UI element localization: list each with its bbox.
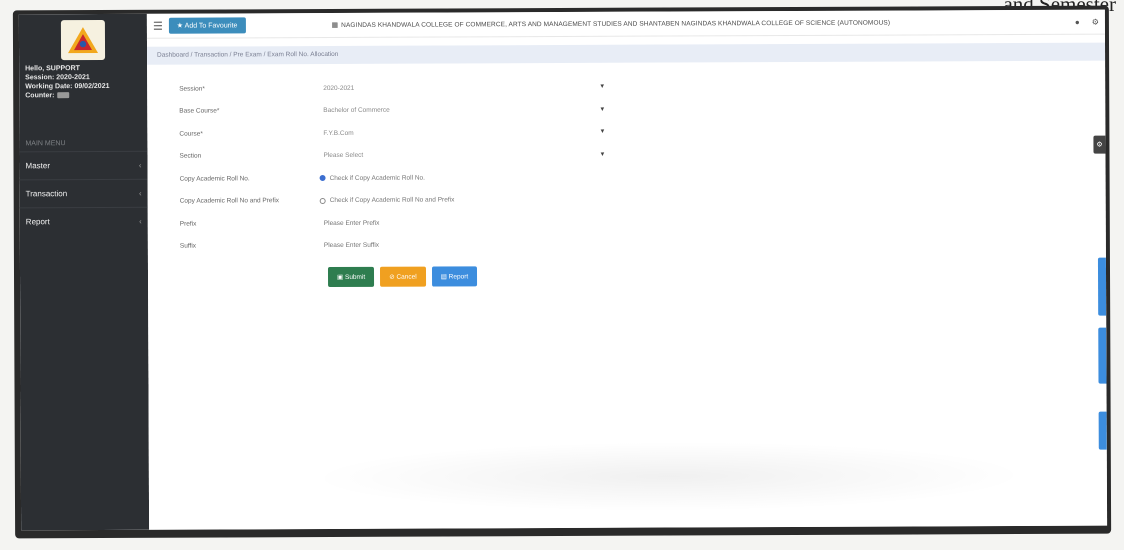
sidebar-item-label: Report	[25, 217, 50, 227]
copy-roll-label: Copy Academic Roll No.	[179, 175, 250, 183]
institution-icon: ▦	[331, 21, 339, 30]
cancel-label: Cancel	[396, 273, 417, 281]
section-select[interactable]: Please Select ▼	[319, 151, 613, 160]
screen-glare	[308, 439, 1030, 514]
hamburger-menu-icon[interactable]: ☰	[153, 19, 163, 32]
prefix-label: Prefix	[179, 220, 197, 228]
app-screen: Hello, SUPPORT Session: 2020-2021 Workin…	[18, 9, 1108, 531]
logo-emblem-icon	[68, 27, 99, 54]
suffix-label: Suffix	[179, 242, 197, 250]
caret-down-icon: ▼	[599, 151, 606, 158]
copy-prefix-label: Copy Academic Roll No and Prefix	[179, 197, 280, 205]
course-value: F.Y.B.Com	[323, 129, 354, 137]
chevron-left-icon: ‹	[139, 216, 142, 226]
session-value: 2020-2021	[323, 84, 355, 92]
counter-badge	[57, 92, 70, 99]
caret-down-icon: ▼	[599, 84, 606, 91]
sidebar-item-label: Transaction	[25, 189, 68, 199]
caret-down-icon: ▼	[599, 106, 606, 113]
cancel-button[interactable]: ⊘ Cancel	[380, 266, 426, 287]
course-label: Course*	[179, 130, 203, 138]
sidebar: Hello, SUPPORT Session: 2020-2021 Workin…	[18, 13, 150, 531]
course-select[interactable]: F.Y.B.Com ▼	[319, 129, 613, 137]
copy-roll-option: Check if Copy Academic Roll No.	[329, 174, 425, 182]
submit-label: Submit	[344, 273, 366, 281]
form-buttons: ▣ Submit ⊘ Cancel ▤ Report	[327, 266, 614, 288]
radio-unselected-icon	[319, 197, 326, 204]
section-label: Section	[179, 152, 202, 160]
college-name-text: NAGINDAS KHANDWALA COLLEGE OF COMMERCE, …	[341, 19, 891, 29]
base-course-value: Bachelor of Commerce	[323, 106, 390, 115]
counter-row: Counter:	[25, 91, 141, 101]
favourite-label: Add To Favourite	[184, 22, 238, 30]
base-course-select[interactable]: Bachelor of Commerce ▼	[319, 106, 613, 115]
monitor-frame: Hello, SUPPORT Session: 2020-2021 Workin…	[12, 5, 1112, 539]
sidebar-item-master[interactable]: Master ‹	[19, 150, 148, 180]
top-bar: ☰ ★ Add To Favourite ▦ NAGINDAS KHANDWALA…	[146, 9, 1105, 39]
sidebar-item-label: Master	[25, 161, 51, 171]
chevron-left-icon: ‹	[138, 160, 142, 170]
user-info: Hello, SUPPORT Session: 2020-2021 Workin…	[19, 64, 147, 101]
roll-no-allocation-form: Session* 2020-2021 ▼ Base Course* Bachel…	[179, 76, 614, 288]
sidebar-item-transaction[interactable]: Transaction ‹	[19, 178, 148, 208]
report-label: Report	[448, 273, 469, 281]
session-row: Session* 2020-2021 ▼	[179, 76, 613, 100]
report-icon: ▤	[440, 273, 449, 281]
breadcrumb: Dashboard / Transaction / Pre Exam / Exa…	[147, 42, 1106, 65]
add-to-favourite-button[interactable]: ★ Add To Favourite	[168, 17, 246, 34]
base-course-label: Base Course*	[179, 107, 220, 115]
submit-button[interactable]: ▣ Submit	[327, 266, 375, 288]
prefix-input[interactable]	[319, 217, 546, 228]
suffix-input[interactable]	[319, 240, 546, 251]
side-panel-tab[interactable]	[1097, 257, 1107, 316]
settings-icon[interactable]: ⚙	[1092, 17, 1099, 26]
session-select[interactable]: 2020-2021 ▼	[319, 84, 613, 92]
base-course-row: Base Course* Bachelor of Commerce ▼	[179, 98, 613, 122]
menu-heading: MAIN MENU	[25, 140, 66, 148]
settings-tab-icon[interactable]: ⚙	[1093, 135, 1106, 154]
star-icon: ★	[176, 22, 185, 30]
copy-prefix-radio[interactable]: Check if Copy Academic Roll No and Prefi…	[319, 196, 455, 205]
course-row: Course* F.Y.B.Com ▼	[179, 121, 613, 145]
report-button[interactable]: ▤ Report	[431, 266, 478, 287]
copy-prefix-row: Copy Academic Roll No and Prefix Check i…	[180, 188, 614, 212]
save-icon: ▣	[337, 273, 345, 281]
notification-icon[interactable]: ●	[1075, 17, 1080, 26]
side-panel-tab[interactable]	[1098, 411, 1107, 450]
session-label: Session*	[179, 85, 205, 93]
prefix-row: Prefix	[180, 211, 614, 235]
suffix-row: Suffix	[180, 233, 614, 257]
college-logo	[60, 19, 106, 61]
radio-selected-icon	[319, 175, 326, 182]
college-name: ▦ NAGINDAS KHANDWALA COLLEGE OF COMMERCE,…	[331, 19, 890, 29]
copy-prefix-option: Check if Copy Academic Roll No and Prefi…	[329, 196, 455, 205]
sidebar-item-report[interactable]: Report ‹	[19, 206, 148, 236]
chevron-left-icon: ‹	[138, 188, 142, 198]
copy-roll-row: Copy Academic Roll No. Check if Copy Aca…	[180, 166, 614, 190]
caret-down-icon: ▼	[599, 129, 606, 136]
counter-label: Counter:	[25, 92, 55, 100]
side-panel-tab[interactable]	[1098, 327, 1107, 384]
section-value: Please Select	[323, 152, 364, 160]
section-row: Section Please Select ▼	[179, 143, 613, 167]
copy-roll-radio[interactable]: Check if Copy Academic Roll No.	[319, 174, 425, 182]
main-content: ☰ ★ Add To Favourite ▦ NAGINDAS KHANDWALA…	[146, 9, 1108, 530]
top-icons: ● ⚙	[1075, 17, 1099, 26]
